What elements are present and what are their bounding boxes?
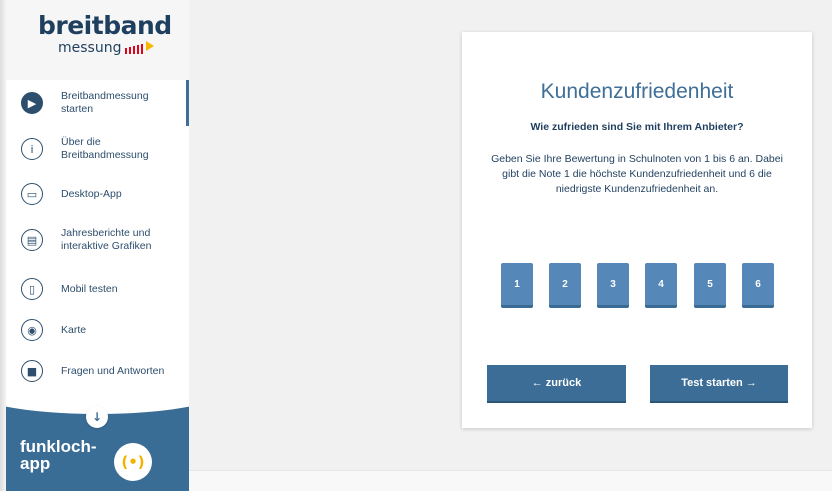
sidebar-edge-shadow [0,0,6,491]
grade-button-5[interactable]: 5 [694,263,726,308]
card-question: Wie zufrieden sind Sie mit Ihrem Anbiete… [530,121,744,133]
logo-arrow-icon [146,41,154,51]
start-test-button[interactable]: Test starten → [650,365,788,403]
sidebar: breitband messung ▶ Breitbandmessung sta… [0,0,189,491]
page-footer-strip [189,470,832,491]
sidebar-item-karte[interactable]: ◉ Karte [0,310,189,350]
sidebar-item-label: Mobil testen [61,282,118,295]
breitbandmessung-logo[interactable]: breitband messung [0,0,189,80]
sidebar-item-label: Fragen und Antworten [61,364,165,377]
arrow-down-icon[interactable]: ↓ [86,406,108,428]
satisfaction-card: Kundenzufriedenheit Wie zufrieden sind S… [462,32,812,428]
funkloch-app-promo[interactable]: ↓ funkloch-app (•) [6,396,189,491]
grade-button-2[interactable]: 2 [549,263,581,308]
sidebar-item-mobil-testen[interactable]: ▯ Mobil testen [0,269,189,309]
sidebar-item-breitbandmessung-starten[interactable]: ▶ Breitbandmessung starten [0,80,189,126]
sidebar-item-label: Breitbandmessung starten [61,90,149,115]
sidebar-item-ueber-die-breitbandmessung[interactable]: i Über die Breitbandmessung [0,126,189,172]
sidebar-item-label: Karte [61,323,87,336]
grade-button-1[interactable]: 1 [501,263,533,308]
chat-icon: ■ [21,360,43,382]
grade-button-4[interactable]: 4 [645,263,677,308]
grade-button-6[interactable]: 6 [742,263,774,308]
card-description: Geben Sie Ihre Bewertung in Schulnoten v… [491,153,783,195]
chart-icon: ▤ [21,229,43,251]
mobile-icon: ▯ [21,278,43,300]
card-title: Kundenzufriedenheit [540,80,734,103]
sidebar-item-desktop-app[interactable]: ▭ Desktop-App [0,174,189,214]
grade-button-3[interactable]: 3 [597,263,629,308]
info-icon: i [21,138,43,160]
promo-title: funkloch-app [20,437,97,473]
play-icon: ▶ [21,92,43,114]
sidebar-item-label: Über die Breitbandmessung [61,136,149,161]
grade-selector: 1 2 3 4 5 6 [501,263,774,309]
logo-subtitle: messung [58,40,122,56]
sidebar-item-fragen-und-antworten[interactable]: ■ Fragen und Antworten [0,351,189,391]
sidebar-item-jahresberichte[interactable]: ▤ Jahresberichte und interaktive Grafike… [0,217,189,263]
desktop-icon: ▭ [21,183,43,205]
back-button[interactable]: ← zurück [487,365,626,403]
logo-title: breitband [38,11,172,40]
signal-icon: (•) [114,443,152,481]
sidebar-item-label: Jahresberichte und interaktive Grafiken [61,227,152,252]
map-pin-icon: ◉ [21,319,43,341]
sidebar-item-label: Desktop-App [61,187,122,200]
